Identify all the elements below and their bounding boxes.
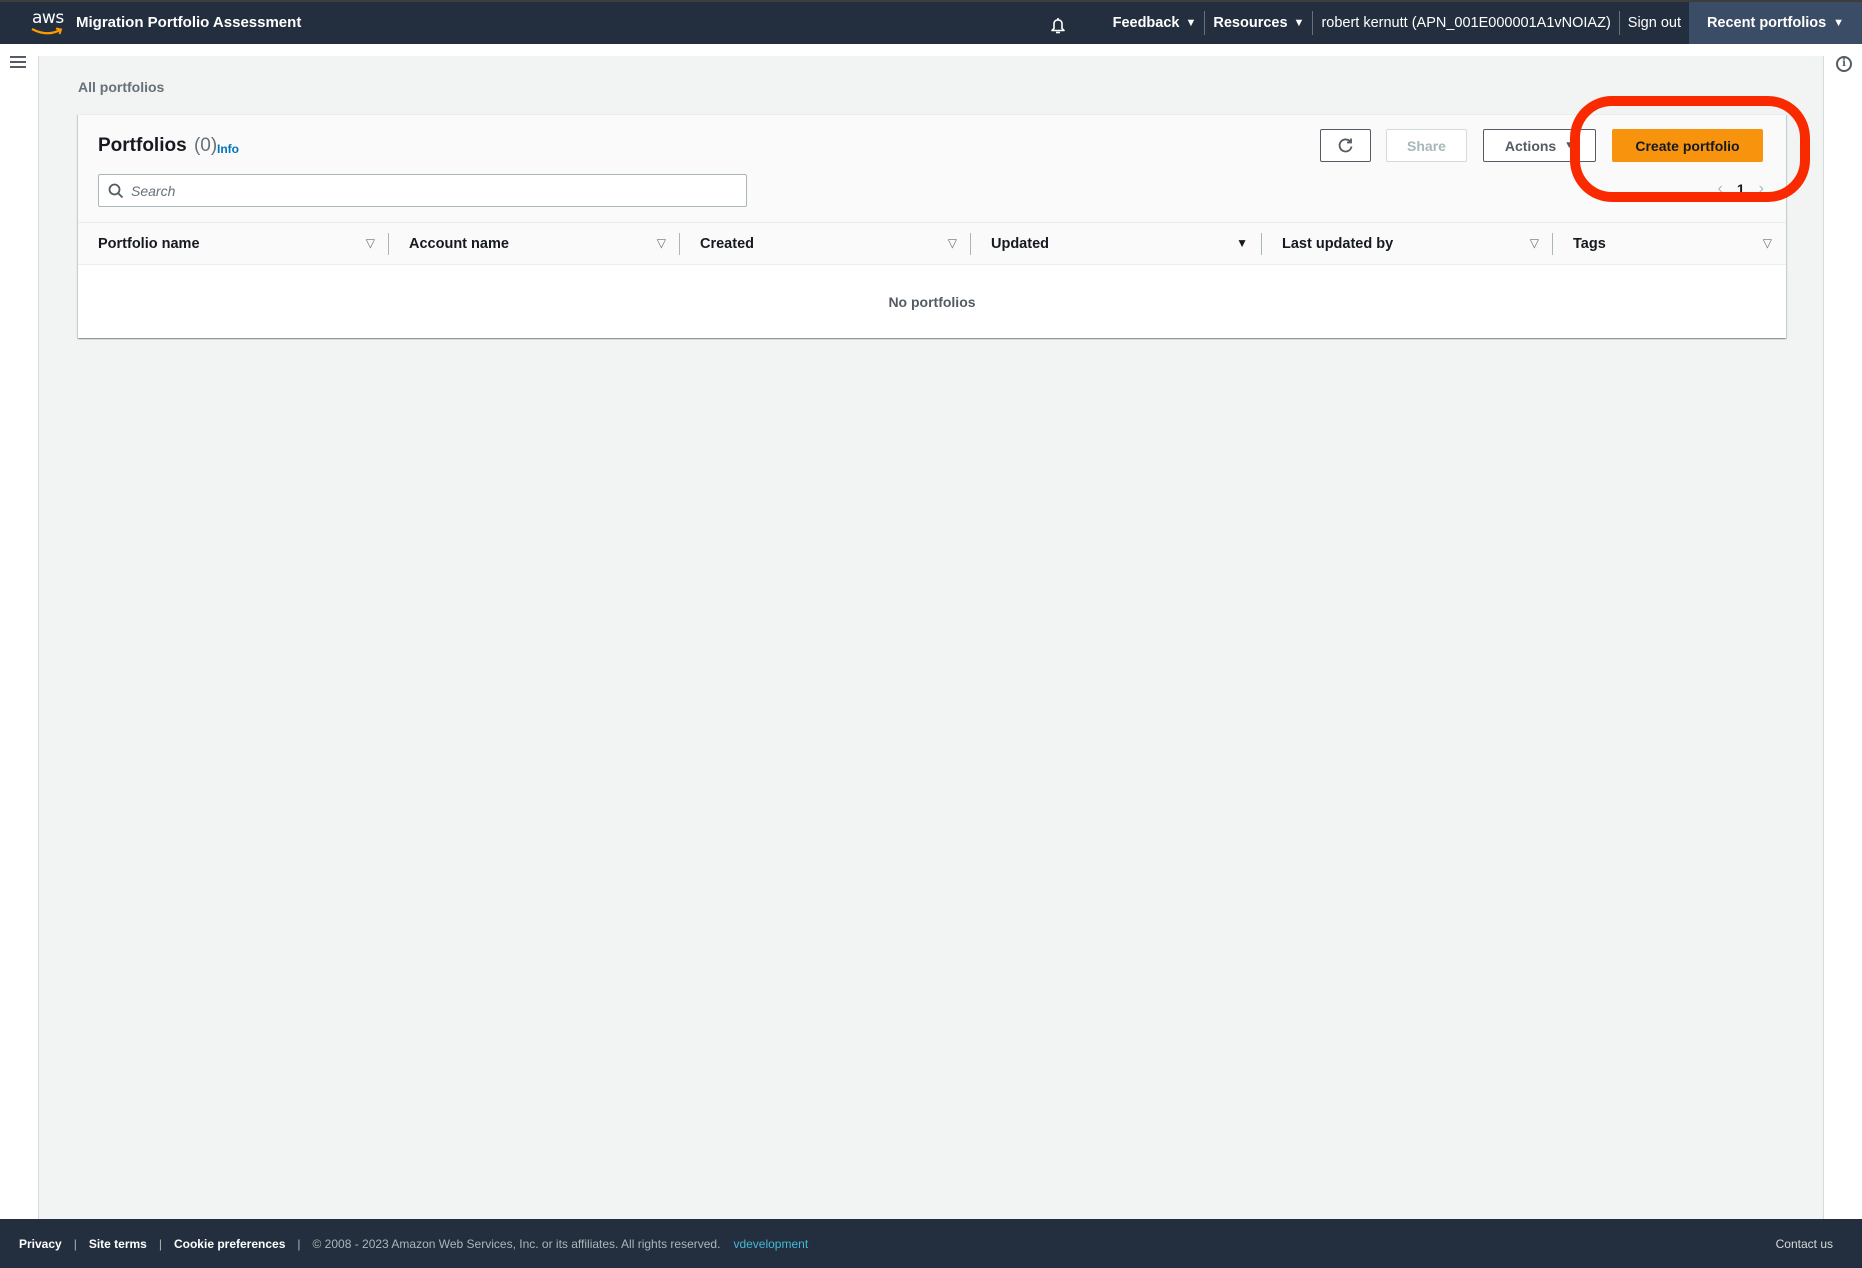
- hamburger-line: [10, 61, 26, 63]
- sign-out-link[interactable]: Sign out: [1620, 12, 1689, 34]
- sort-icon[interactable]: ▽: [657, 236, 666, 250]
- table-title: Portfolios (0): [98, 135, 217, 157]
- hamburger-line: [10, 66, 26, 68]
- sort-icon[interactable]: ▽: [366, 236, 375, 250]
- pagination: ‹ 1 ›: [1718, 179, 1764, 199]
- aws-smile-icon: [31, 27, 63, 35]
- caret-down-icon: ▼: [1833, 17, 1845, 29]
- table-title-text: Portfolios: [98, 135, 187, 156]
- sort-descending-icon[interactable]: ▼: [1236, 236, 1248, 250]
- hamburger-icon[interactable]: [10, 56, 26, 70]
- caret-down-icon: ▼: [1293, 17, 1305, 29]
- column-header-updated[interactable]: Updated ▼: [971, 223, 1262, 265]
- bell-icon[interactable]: [1048, 15, 1068, 35]
- create-portfolio-button[interactable]: Create portfolio: [1612, 129, 1763, 162]
- column-label: Created: [700, 236, 754, 252]
- next-page-icon[interactable]: ›: [1759, 180, 1764, 198]
- table-header-area: Portfolios (0) Info Share Actions: [78, 115, 1786, 223]
- main-content: All portfolios Portfolios (0) Info Searc…: [38, 56, 1824, 1219]
- header-nav: Feedback ▼ Resources ▼ robert kernutt (A…: [1105, 2, 1689, 44]
- resources-menu[interactable]: Resources ▼: [1205, 12, 1312, 34]
- aws-logo-text: aws: [32, 8, 64, 28]
- privacy-link[interactable]: Privacy: [19, 1237, 62, 1251]
- refresh-button[interactable]: [1320, 129, 1371, 162]
- top-navigation-bar: aws Migration Portfolio Assessment Feedb…: [0, 0, 1862, 44]
- column-label: Account name: [409, 236, 509, 252]
- sort-icon[interactable]: ▽: [1530, 236, 1539, 250]
- refresh-icon: [1338, 138, 1353, 153]
- footer-separator: |: [73, 1236, 77, 1251]
- column-label: Last updated by: [1282, 236, 1394, 252]
- footer-separator: |: [158, 1236, 162, 1251]
- recent-portfolios-label: Recent portfolios: [1706, 15, 1827, 31]
- column-header-portfolio-name[interactable]: Portfolio name ▽: [98, 223, 389, 265]
- column-label: Tags: [1573, 236, 1606, 252]
- share-button[interactable]: Share: [1386, 129, 1467, 162]
- user-account[interactable]: robert kernutt (APN_001E000001A1vNOIAZ): [1313, 12, 1618, 34]
- breadcrumb[interactable]: All portfolios: [78, 79, 164, 95]
- page-number[interactable]: 1: [1737, 181, 1745, 197]
- search-icon: [108, 183, 124, 199]
- actions-label: Actions: [1504, 137, 1557, 154]
- column-header-last-updated-by[interactable]: Last updated by ▽: [1262, 223, 1553, 265]
- user-name-label: robert kernutt (APN_001E000001A1vNOIAZ): [1321, 15, 1611, 31]
- empty-state-message: No portfolios: [888, 294, 976, 310]
- sign-out-label: Sign out: [1627, 15, 1681, 31]
- column-header-tags[interactable]: Tags ▽: [1553, 223, 1786, 265]
- recent-portfolios-menu[interactable]: Recent portfolios ▼: [1689, 2, 1862, 44]
- column-label: Portfolio name: [98, 236, 200, 252]
- sort-icon[interactable]: ▽: [948, 236, 957, 250]
- previous-page-icon[interactable]: ‹: [1718, 180, 1723, 198]
- environment-label: vdevelopment: [733, 1236, 809, 1251]
- aws-logo[interactable]: aws: [30, 8, 66, 38]
- footer-links: Privacy | Site terms | Cookie preference…: [19, 1219, 808, 1268]
- portfolios-table-container: Portfolios (0) Info Share Actions: [78, 114, 1786, 338]
- search-field[interactable]: [98, 174, 747, 207]
- column-label: Updated: [991, 236, 1049, 252]
- sort-icon[interactable]: ▽: [1763, 236, 1772, 250]
- hamburger-line: [10, 56, 26, 58]
- actions-dropdown-button[interactable]: Actions ▼: [1483, 129, 1596, 162]
- portfolio-count: (0): [193, 135, 218, 156]
- column-header-created[interactable]: Created ▽: [680, 223, 971, 265]
- footer: Privacy | Site terms | Cookie preference…: [0, 1219, 1862, 1268]
- caret-down-icon: ▼: [1564, 140, 1575, 151]
- cookie-preferences-link[interactable]: Cookie preferences: [174, 1237, 285, 1251]
- contact-us-link[interactable]: Contact us: [1776, 1237, 1833, 1251]
- footer-separator: |: [297, 1236, 301, 1251]
- info-link[interactable]: Info: [217, 142, 239, 156]
- copyright-text: © 2008 - 2023 Amazon Web Services, Inc. …: [312, 1236, 721, 1251]
- site-terms-link[interactable]: Site terms: [89, 1237, 147, 1251]
- search-input[interactable]: [131, 175, 731, 206]
- table-column-headers: Portfolio name ▽ Account name ▽ Created …: [78, 223, 1786, 265]
- feedback-menu[interactable]: Feedback ▼: [1105, 12, 1205, 34]
- feedback-label: Feedback: [1112, 15, 1180, 31]
- info-icon[interactable]: i: [1836, 56, 1852, 72]
- resources-label: Resources: [1213, 15, 1288, 31]
- caret-down-icon: ▼: [1185, 17, 1197, 29]
- app-title[interactable]: Migration Portfolio Assessment: [76, 14, 301, 31]
- column-header-account-name[interactable]: Account name ▽: [389, 223, 680, 265]
